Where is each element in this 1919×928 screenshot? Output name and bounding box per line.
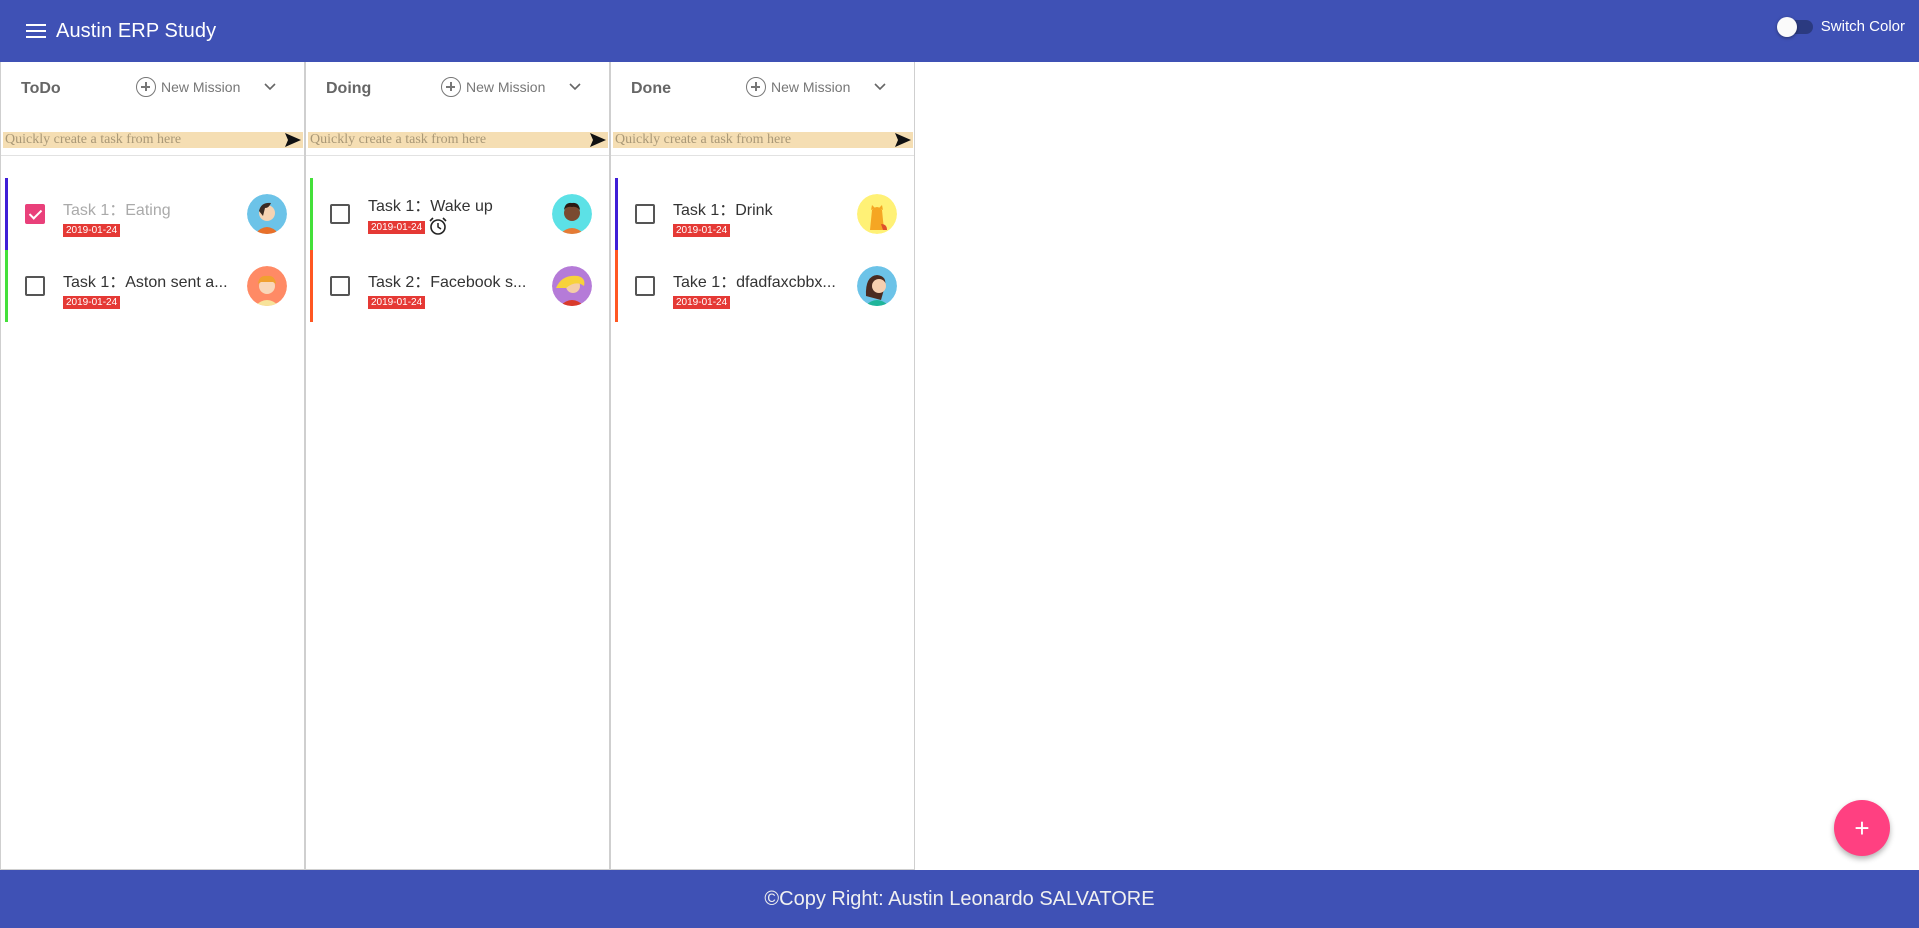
chevron-down-icon[interactable] (874, 81, 886, 93)
task-date-badge: 2019-01-24 (368, 296, 426, 309)
add-circle-icon (441, 77, 461, 97)
task-color-bar (615, 178, 618, 250)
send-icon[interactable] (895, 133, 911, 147)
quick-create-bar (3, 132, 303, 148)
task-body: Task 1：Aston sent a... 2019-01-24 (63, 268, 233, 310)
task-checkbox[interactable] (25, 276, 45, 296)
column-doing: Doing New Mission Task 1：Wake up 2019-01… (305, 62, 610, 870)
task-card[interactable]: Task 1：Drink 2019-01-24 (613, 178, 913, 250)
column-todo: ToDo New Mission Task 1：Eating 2019-01-2… (0, 62, 305, 870)
column-title: Done (631, 80, 671, 97)
task-title: Take 1：dfadfaxcbbx... (673, 274, 836, 291)
task-title: Task 2：Facebook s... (368, 274, 527, 291)
footer-copyright: ©Copy Right: Austin Leonardo SALVATORE (764, 887, 1155, 910)
new-mission-label: New Mission (771, 79, 851, 95)
task-title: Task 1：Drink (673, 202, 773, 219)
column-header: Doing New Mission (306, 62, 609, 112)
divider (306, 155, 609, 156)
new-mission-button[interactable]: New Mission (746, 77, 850, 97)
avatar (247, 266, 287, 306)
task-date-badge: 2019-01-24 (368, 221, 426, 235)
column-title: Doing (326, 80, 372, 97)
chevron-down-icon[interactable] (264, 81, 276, 93)
new-mission-button[interactable]: New Mission (441, 77, 545, 97)
alarm-clock-icon (428, 216, 448, 236)
task-card[interactable]: Take 1：dfadfaxcbbx... 2019-01-24 (613, 250, 913, 322)
switch-color-label: Switch Color (1820, 17, 1905, 35)
task-card[interactable]: Task 1：Wake up 2019-01-24 (308, 178, 608, 250)
avatar (857, 194, 897, 234)
task-title: Task 1：Eating (63, 202, 171, 219)
quick-create-bar (613, 132, 913, 148)
task-title: Task 1：Aston sent a... (63, 274, 228, 291)
avatar (247, 194, 287, 234)
task-color-bar (310, 178, 313, 250)
app-toolbar: Austin ERP Study Switch Color (0, 0, 1919, 62)
task-date-badge: 2019-01-24 (673, 296, 731, 309)
task-date-badge: 2019-01-24 (673, 224, 731, 237)
task-checkbox[interactable] (330, 276, 350, 296)
task-color-bar (310, 250, 313, 322)
new-mission-label: New Mission (466, 79, 546, 95)
send-icon[interactable] (285, 133, 301, 147)
column-title: ToDo (21, 80, 61, 97)
task-checkbox[interactable] (635, 204, 655, 224)
task-color-bar (5, 250, 8, 322)
column-done: Done New Mission Task 1：Drink 2019-01-24 (610, 62, 915, 870)
switch-color-control: Switch Color (1776, 16, 1905, 37)
task-body: Task 2：Facebook s... 2019-01-24 (368, 268, 538, 310)
send-icon[interactable] (590, 133, 606, 147)
task-body: Task 1：Drink 2019-01-24 (673, 196, 843, 238)
divider (1, 155, 304, 156)
avatar (552, 194, 592, 234)
task-body: Task 1：Eating 2019-01-24 (63, 196, 233, 238)
quick-create-bar (308, 132, 608, 148)
task-card[interactable]: Task 1：Eating 2019-01-24 (3, 178, 303, 250)
column-header: Done New Mission (611, 62, 914, 112)
avatar (552, 266, 592, 306)
app-title: Austin ERP Study (56, 19, 217, 42)
switch-color-toggle[interactable] (1776, 16, 1813, 37)
task-checkbox[interactable] (330, 204, 350, 224)
quick-create-input[interactable] (308, 132, 590, 148)
add-circle-icon (136, 77, 156, 97)
task-date-badge: 2019-01-24 (63, 296, 121, 309)
task-body: Take 1：dfadfaxcbbx... 2019-01-24 (673, 268, 843, 310)
new-mission-button[interactable]: New Mission (136, 77, 240, 97)
quick-create-input[interactable] (613, 132, 895, 148)
avatar (857, 266, 897, 306)
task-card[interactable]: Task 1：Aston sent a... 2019-01-24 (3, 250, 303, 322)
add-circle-icon (746, 77, 766, 97)
switch-thumb (1776, 17, 1797, 37)
task-checkbox[interactable] (25, 204, 45, 224)
quick-create-input[interactable] (3, 132, 285, 148)
task-checkbox[interactable] (635, 276, 655, 296)
chevron-down-icon[interactable] (569, 81, 581, 93)
task-body: Task 1：Wake up 2019-01-24 (368, 192, 538, 236)
task-date-badge: 2019-01-24 (63, 224, 121, 237)
column-header: ToDo New Mission (1, 62, 304, 112)
menu-icon[interactable] (24, 19, 48, 43)
task-color-bar (615, 250, 618, 322)
task-card[interactable]: Task 2：Facebook s... 2019-01-24 (308, 250, 608, 322)
task-title: Task 1：Wake up (368, 198, 493, 215)
add-fab-button[interactable]: + (1834, 800, 1890, 856)
footer: ©Copy Right: Austin Leonardo SALVATORE (0, 870, 1919, 928)
kanban-board: ToDo New Mission Task 1：Eating 2019-01-2… (0, 62, 915, 870)
divider (611, 155, 914, 156)
task-color-bar (5, 178, 8, 250)
new-mission-label: New Mission (161, 79, 241, 95)
